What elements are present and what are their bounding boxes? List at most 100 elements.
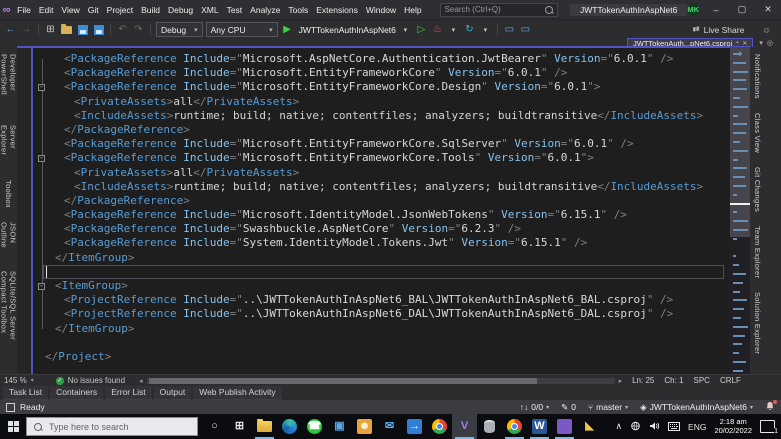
taskbar-item-file-explorer[interactable] [252,414,277,439]
tool-tab-developer-powershell[interactable]: Developer PowerShell [0,47,18,118]
solution-platform-dropdown[interactable]: Any CPU ▾ [205,22,278,37]
taskbar-item-visual-studio[interactable]: V [452,414,477,439]
hot-reload-icon[interactable]: ♨ [431,23,444,36]
taskbar-item-chrome-profile[interactable] [502,414,527,439]
quick-search-box[interactable]: Search (Ctrl+Q) [439,2,558,17]
menu-edit[interactable]: Edit [35,5,58,15]
code-line[interactable]: <ProjectReference Include="..\JWTTokenAu… [33,307,730,321]
start-button[interactable] [0,414,26,439]
code-line[interactable]: </ItemGroup> [33,251,730,265]
menu-build[interactable]: Build [137,5,164,15]
panel-tab-containers[interactable]: Containers [50,385,104,401]
fold-collapse-toggle[interactable]: - [38,281,45,290]
notifications-bell-icon[interactable] [765,400,777,413]
menu-git[interactable]: Git [84,5,103,15]
language-indicator[interactable]: ENG [688,422,706,432]
menu-extensions[interactable]: Extensions [312,5,362,15]
account-avatar[interactable]: MK [687,3,699,16]
panel-tab-error-list[interactable]: Error List [105,385,152,401]
start-without-debugging-icon[interactable]: ▷ [415,23,428,36]
action-center-icon[interactable]: 1 [760,420,778,435]
menu-file[interactable]: File [13,5,35,15]
taskbar-item-chrome[interactable] [427,414,452,439]
close-button[interactable]: ✕ [755,0,781,19]
tool-tab-class-view[interactable]: Class View [753,106,762,160]
chevron-down-icon[interactable]: ▾ [479,23,492,36]
solution-configuration-dropdown[interactable]: Debug ▾ [156,22,203,37]
code-line[interactable]: <IncludeAssets>runtime; build; native; c… [33,180,730,194]
open-folder-icon[interactable] [60,23,73,36]
git-repository-selector[interactable]: ◈ JWTTokenAuthInAspNet6 ▾ [640,402,753,413]
tool-tab-toolbox[interactable]: Toolbox [4,173,13,215]
minimize-button[interactable]: – [703,0,729,19]
code-line[interactable]: </ItemGroup> [33,322,730,336]
redo-icon[interactable]: ↷ [132,23,145,36]
chevron-down-icon[interactable]: ▾ [31,377,34,384]
navigate-back-icon[interactable]: ← [4,23,17,36]
tool-tab-json-outline[interactable]: JSON Outline [0,215,18,264]
tool-tab-git-changes[interactable]: Git Changes [753,160,762,219]
code-editor[interactable]: <PackageReference Include="Microsoft.Asp… [31,48,730,374]
code-line[interactable]: <PackageReference Include="Microsoft.Ent… [33,137,730,151]
code-line[interactable]: </Project> [33,350,730,364]
clock[interactable]: 2:18 am 20/02/2022 [714,417,752,435]
scrollbar-thumb[interactable] [148,377,537,384]
save-all-icon[interactable] [92,23,105,36]
touch-keyboard-icon[interactable] [668,418,681,436]
scroll-right-icon[interactable]: ▸ [619,377,623,385]
panel-tab-output[interactable]: Output [153,385,192,401]
startup-project-label[interactable]: JWTTokenAuthInAspNet6 [299,25,396,35]
speaker-icon[interactable] [649,418,660,436]
preview-in-browser-icon[interactable]: ▭ [503,23,516,36]
code-line[interactable]: </PackageReference> [33,123,730,137]
taskbar-item-word[interactable]: W [527,414,552,439]
panel-tab-web-publish-activity[interactable]: Web Publish Activity [193,385,282,401]
start-debugging-icon[interactable]: ▶ [281,23,294,36]
issues-status-label[interactable]: No issues found [68,376,125,385]
menu-project[interactable]: Project [103,5,137,15]
taskbar-item-ssms[interactable] [477,414,502,439]
menu-window[interactable]: Window [362,5,400,15]
tool-tab-team-explorer[interactable]: Team Explorer [753,219,762,285]
code-line[interactable]: <PackageReference Include="Microsoft.Ent… [33,66,730,80]
taskbar-item-app-yellow[interactable]: ◣ [577,414,602,439]
code-line[interactable]: <PrivateAssets>all</PrivateAssets> [33,166,730,180]
tab-options-icon[interactable]: ◎ [767,39,773,47]
refresh-icon[interactable]: ↻ [463,23,476,36]
code-line[interactable]: <IncludeAssets>runtime; build; native; c… [33,109,730,123]
scroll-left-icon[interactable]: ◂ [139,377,143,385]
taskbar-item-task-view[interactable]: ⊞ [227,414,252,439]
git-branch-selector[interactable]: ⑂ master ▾ [588,402,628,412]
chevron-down-icon[interactable]: ▾ [399,23,412,36]
code-line[interactable]: <ItemGroup> [33,279,730,293]
undo-icon[interactable]: ↶ [116,23,129,36]
taskbar-item-app-purple[interactable] [552,414,577,439]
menu-view[interactable]: View [58,5,84,15]
code-line[interactable]: <PackageReference Include="Microsoft.Ent… [33,151,730,165]
taskbar-item-people[interactable]: ☻ [352,414,377,439]
taskbar-item-your-phone[interactable]: → [402,414,427,439]
code-line[interactable]: <PackageReference Include="Microsoft.Ide… [33,208,730,222]
code-line[interactable]: <PackageReference Include="System.Identi… [33,236,730,250]
pending-edits-status[interactable]: ✎ 0 [561,402,576,413]
horizontal-scrollbar[interactable] [146,377,615,384]
menu-xml[interactable]: XML [197,5,222,15]
chevron-down-icon[interactable]: ▾ [447,23,460,36]
git-sync-status[interactable]: ↑↓ 0/0 ▾ [520,402,549,412]
panel-layout-icon[interactable]: ▭ [519,23,532,36]
code-line-current[interactable] [33,264,730,280]
code-line[interactable]: <PrivateAssets>all</PrivateAssets> [33,95,730,109]
health-check-icon[interactable]: ✓ [55,376,64,385]
code-line[interactable]: <ProjectReference Include="..\JWTTokenAu… [33,293,730,307]
code-line[interactable] [33,336,730,350]
breakpoint-margin[interactable] [17,48,31,374]
network-icon[interactable] [630,418,641,436]
zoom-level-dropdown[interactable]: 145 % [4,376,27,385]
tab-list-icon[interactable]: ▾ [759,39,763,47]
save-icon[interactable] [76,23,89,36]
tool-tab-server-explorer[interactable]: Server Explorer [0,118,18,173]
new-project-icon[interactable]: ⊞ [44,23,57,36]
tool-tab-sqlite-sql-server-compact-toolbox[interactable]: SQLite/SQL Server Compact Toolbox [0,264,18,374]
fold-collapse-toggle[interactable]: - [38,82,45,91]
taskbar-item-edge[interactable] [277,414,302,439]
